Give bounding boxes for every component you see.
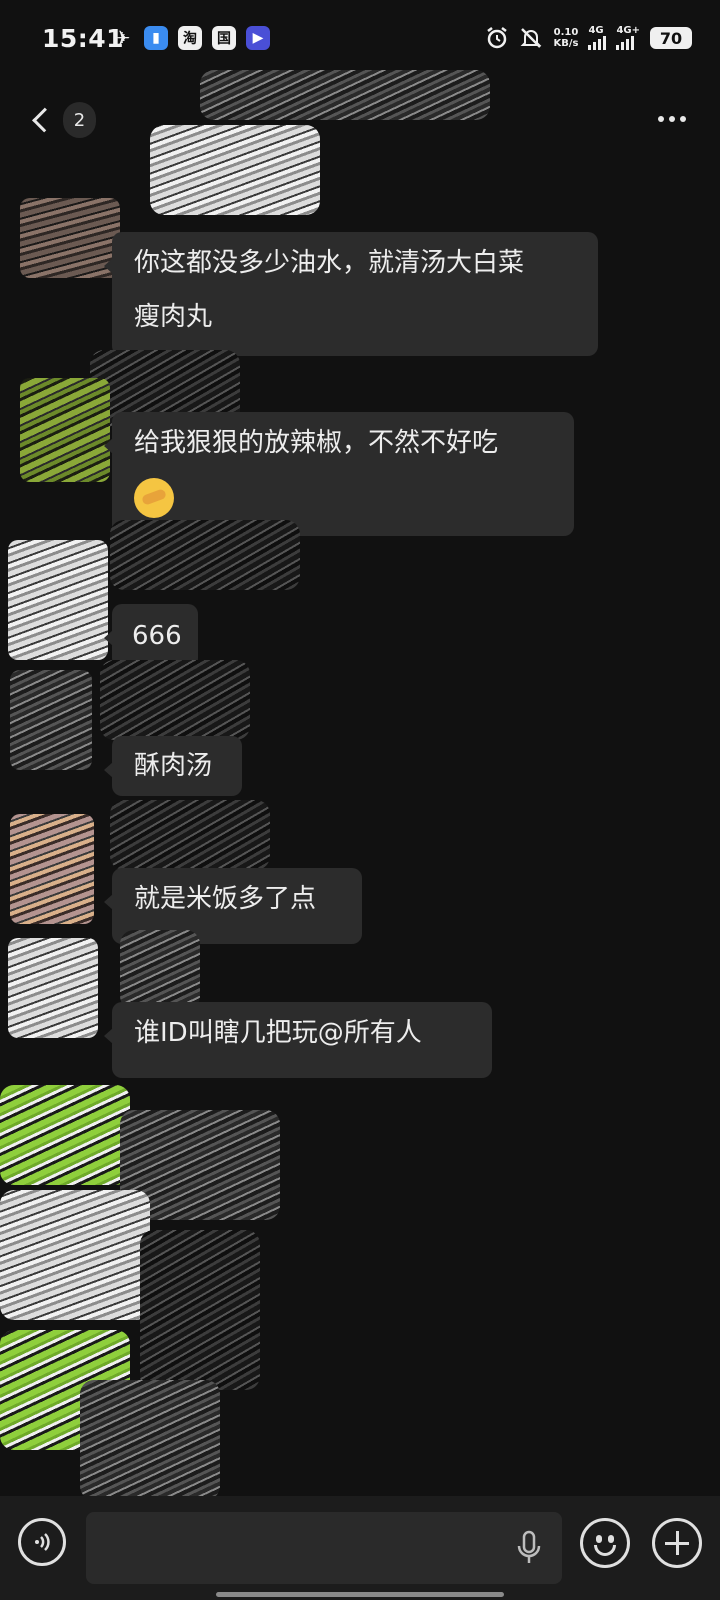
avatar[interactable]	[8, 938, 98, 1038]
message-bubble[interactable]: 酥肉汤	[104, 736, 242, 796]
status-bar: 15:41 ✈ ▮ 淘 国 ▶ 0.10 KB/s 4G 4G+ 70	[0, 0, 720, 80]
message-text: 就是米饭多了点	[134, 884, 317, 914]
signal-1-bars-icon	[588, 36, 607, 50]
smiley-icon-eye	[596, 1535, 602, 1543]
redacted-sender-name	[110, 800, 270, 870]
dot-icon	[680, 116, 686, 122]
signal-2: 4G+	[616, 26, 640, 50]
voice-wave-icon	[35, 1533, 50, 1551]
network-speed-value: 0.10	[553, 27, 579, 38]
redaction-scribble	[150, 125, 320, 215]
redacted-sender-name	[120, 930, 200, 1010]
notification-app-icons: ✈ ▮ 淘 国 ▶	[110, 26, 270, 50]
redaction-scribble	[80, 1380, 220, 1500]
avatar[interactable]	[10, 670, 92, 770]
redaction-scribble	[0, 1190, 150, 1320]
pinduoduo-icon: ✈	[113, 26, 131, 50]
message-text: 谁ID叫瞎几把玩@所有人	[134, 1018, 422, 1048]
message-text: 酥肉汤	[134, 751, 213, 781]
redacted-sender-name	[100, 660, 250, 740]
video-app-icon: ▶	[246, 26, 270, 50]
back-button[interactable]: 2	[24, 96, 96, 144]
message-bubble[interactable]: 666	[104, 604, 198, 668]
voice-mode-button[interactable]	[18, 1518, 66, 1566]
message-bubble[interactable]: 谁ID叫瞎几把玩@所有人	[104, 1002, 492, 1078]
more-actions-plus-button[interactable]	[652, 1518, 702, 1568]
smiley-icon-mouth	[594, 1545, 616, 1556]
face-with-hand-over-mouth-icon	[134, 477, 174, 518]
status-indicators: 0.10 KB/s 4G 4G+ 70	[485, 26, 692, 50]
signal-1: 4G	[588, 25, 607, 50]
notes-app-icon: ▮	[144, 26, 168, 50]
taobao-icon: 淘	[178, 26, 202, 50]
signal-2-label: 4G+	[616, 25, 640, 36]
redaction-scribble	[140, 1230, 260, 1390]
dot-icon	[658, 116, 664, 122]
battery-icon: 70	[650, 27, 692, 49]
microphone-icon[interactable]	[514, 1530, 544, 1566]
smiley-icon-eye	[608, 1535, 614, 1543]
signal-2-bars-icon	[616, 36, 635, 50]
signal-1-label: 4G	[588, 25, 604, 36]
message-bubble[interactable]: 给我狠狠的放辣椒，不然不好吃	[104, 412, 574, 536]
message-text: 666	[132, 621, 182, 651]
message-text: 瘦肉丸	[134, 302, 213, 332]
message-bubble[interactable]: 你这都没多少油水，就清汤大白菜 瘦肉丸	[104, 232, 598, 356]
network-speed-unit: KB/s	[553, 38, 579, 49]
redacted-chat-title	[200, 70, 490, 120]
avatar[interactable]	[10, 814, 94, 924]
avatar[interactable]	[8, 540, 108, 660]
unread-count-badge: 2	[62, 102, 96, 138]
message-text: 给我狠狠的放辣椒，不然不好吃	[134, 428, 499, 458]
redacted-sender-name	[110, 520, 300, 590]
network-speed: 0.10 KB/s	[553, 27, 578, 49]
home-indicator[interactable]	[216, 1592, 504, 1597]
chat-screen: 15:41 ✈ ▮ 淘 国 ▶ 0.10 KB/s 4G 4G+ 70 2 你这…	[0, 0, 720, 1600]
dot-icon	[669, 116, 675, 122]
more-options-button[interactable]	[652, 104, 692, 134]
emoji-button[interactable]	[580, 1518, 630, 1568]
redaction-scribble	[0, 1085, 130, 1185]
bank-app-icon: 国	[212, 26, 236, 50]
message-text: 你这都没多少油水，就清汤大白菜	[134, 248, 525, 278]
alarm-icon	[485, 26, 509, 50]
input-bar	[0, 1496, 720, 1600]
message-emoji	[134, 470, 552, 524]
mute-bell-icon	[519, 26, 543, 50]
chevron-left-icon	[32, 107, 57, 133]
message-input[interactable]	[86, 1512, 562, 1584]
avatar[interactable]	[20, 378, 110, 482]
